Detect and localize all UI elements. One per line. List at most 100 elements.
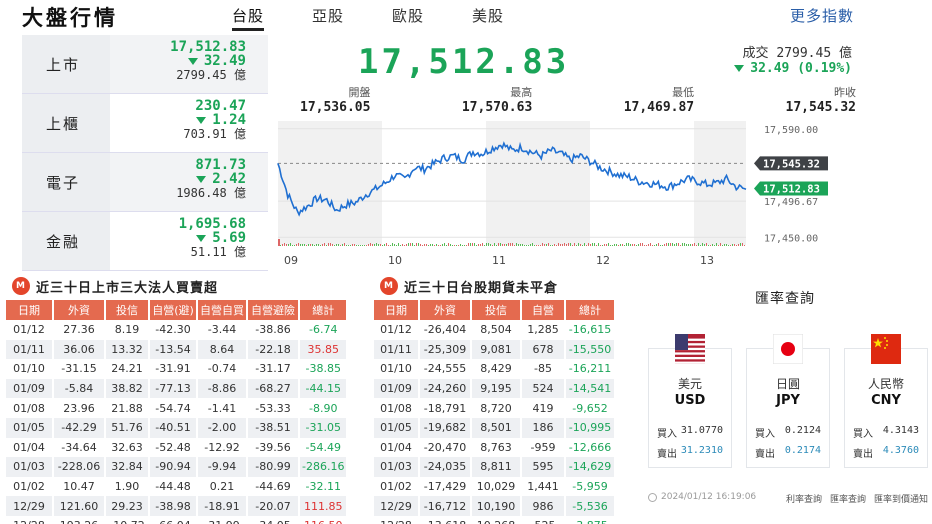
volume-bar [426, 244, 427, 246]
volume-bar [596, 245, 597, 246]
fx-alert-link[interactable]: 匯率到價通知 [874, 492, 928, 505]
volume-bar [550, 245, 551, 246]
table-cell: 419 [532, 401, 554, 415]
volume-bar [626, 243, 627, 246]
fx-query-link[interactable]: 匯率查詢 [830, 492, 866, 505]
volume-bar [570, 243, 571, 246]
volume-bar [576, 245, 577, 246]
table-cell: -80.99 [248, 457, 298, 477]
volume-bar [598, 243, 599, 246]
column-header: 投信 [106, 300, 148, 320]
x-tick-label: 12 [596, 254, 610, 267]
volume-bar [308, 244, 309, 246]
volume-bar [542, 243, 543, 246]
tab-label: 美股 [472, 7, 505, 25]
volume-bar [712, 244, 713, 246]
table-cell: -90.94 [150, 457, 196, 477]
currency-code: CNY [871, 393, 901, 408]
institutional-table: 日期 外資 投信 自營(避) 自營自買 自營避險 總計 01/12 27.36 8.19 -42.… [4, 300, 348, 524]
volume-bar [530, 244, 531, 246]
volume-bar [524, 245, 525, 246]
table-cell: -44.48 [155, 480, 191, 494]
more-indices-link[interactable]: 更多指數 [790, 5, 854, 26]
volume-bar [324, 243, 325, 246]
volume-bar [382, 245, 383, 246]
table-cell: 32.63 [111, 440, 143, 454]
table-cell: 986 [522, 496, 564, 516]
volume-bar [544, 244, 545, 246]
x-tick-label: 13 [700, 254, 714, 267]
high-value: 17,570.63 [461, 100, 533, 115]
table-cell: 01/04 [13, 440, 45, 454]
table-cell: 24.21 [111, 362, 143, 376]
volume-value: 2799.45 億 [776, 46, 852, 61]
market-row-listed[interactable]: 上市 17,512.83 32.49 2799.45 億 [22, 35, 268, 94]
table-cell: -34.05 [248, 516, 298, 524]
buy-label: 買入 [755, 429, 775, 440]
volume-bar [328, 243, 329, 246]
column-header: 總計 [566, 300, 614, 320]
table-cell: 01/08 [380, 401, 412, 415]
fx-card-jpy[interactable]: 日圓 JPY 買入 0.2124 賣出 0.2174 [746, 334, 830, 468]
volume-bar [512, 243, 513, 246]
volume-bar [306, 245, 307, 246]
down-arrow-icon [196, 116, 207, 124]
volume-bar [540, 245, 541, 246]
index-price: 17,512.83 [358, 42, 570, 82]
fx-title: 匯率查詢 [755, 291, 815, 307]
table-row: 01/05 -42.29 51.76 -40.51 -2.00 -38.51 -31.05 [6, 417, 347, 438]
volume-bar [352, 244, 353, 246]
currency-name: 美元 [677, 377, 702, 391]
volume-bar [458, 245, 459, 246]
volume-bar [636, 245, 637, 246]
interest-rate-link[interactable]: 利率查詢 [786, 492, 822, 505]
buy-label: 買入 [657, 429, 677, 440]
volume-bar [450, 244, 451, 246]
volume-bar [298, 243, 299, 246]
market-row-finance[interactable]: 金融 1,695.68 5.69 51.11 億 [22, 212, 268, 271]
table-cell: 8,720 [480, 401, 512, 415]
table-cell: -42.30 [155, 323, 191, 337]
market-change: 5.69 [212, 230, 246, 246]
volume-bar [624, 245, 625, 246]
volume-bar [472, 243, 473, 246]
tab-europe[interactable]: 歐股 [392, 5, 472, 29]
fx-card-cny[interactable]: 人民幣 CNY 買入 4.3143 賣出 4.3760 [844, 334, 928, 468]
volume-bar [566, 244, 567, 246]
volume-bar [488, 243, 489, 246]
volume-bar [698, 243, 699, 246]
fx-footer: 2024/01/12 16:19:06 利率查詢 匯率查詢 匯率到價通知 [648, 492, 932, 505]
volume-bar [702, 243, 703, 246]
fx-card-usd[interactable]: 美元 USD 買入 31.0770 賣出 31.2310 [648, 334, 732, 468]
table-cell: -85 [534, 362, 552, 376]
volume-bar [482, 243, 483, 246]
buy-rate: 31.0770 [680, 425, 723, 436]
table-cell: -9.94 [198, 457, 246, 477]
intraday-chart[interactable]: 17,590.00 17,496.67 17,450.00 17,545.32 17,5… [276, 117, 882, 269]
market-row-electronics[interactable]: 電子 871.73 2.42 1986.48 億 [22, 153, 268, 212]
market-change: 1.24 [212, 112, 246, 128]
market-volume: 2799.45 億 [176, 68, 246, 82]
table-cell: 8,811 [472, 457, 520, 477]
table-cell: -44.15 [300, 378, 347, 399]
tab-tw[interactable]: 台股 [232, 5, 312, 31]
volume-bar [320, 245, 321, 246]
volume-bar [414, 245, 415, 246]
volume-bar [514, 245, 515, 246]
volume-bar [464, 245, 465, 246]
table-cell: -228.06 [54, 457, 104, 477]
table-cell: 27.36 [63, 323, 95, 337]
tab-asia[interactable]: 亞股 [312, 5, 392, 29]
table-row: 01/04 -34.64 32.63 -52.48 -12.92 -39.56 -54.49 [6, 438, 346, 458]
market-row-otc[interactable]: 上櫃 230.47 1.24 703.91 億 [22, 94, 268, 153]
volume-bar [600, 245, 601, 246]
table-cell: -40.51 [150, 417, 196, 438]
volume-bar [684, 243, 685, 246]
tab-us[interactable]: 美股 [472, 5, 552, 29]
volume-bar [680, 245, 681, 246]
volume-bar [474, 243, 475, 246]
chart-band [486, 121, 590, 245]
last-price-tag: 17,512.83 [763, 184, 820, 196]
table-cell: -24,260 [420, 378, 470, 399]
high-label: 最高 [510, 86, 533, 99]
